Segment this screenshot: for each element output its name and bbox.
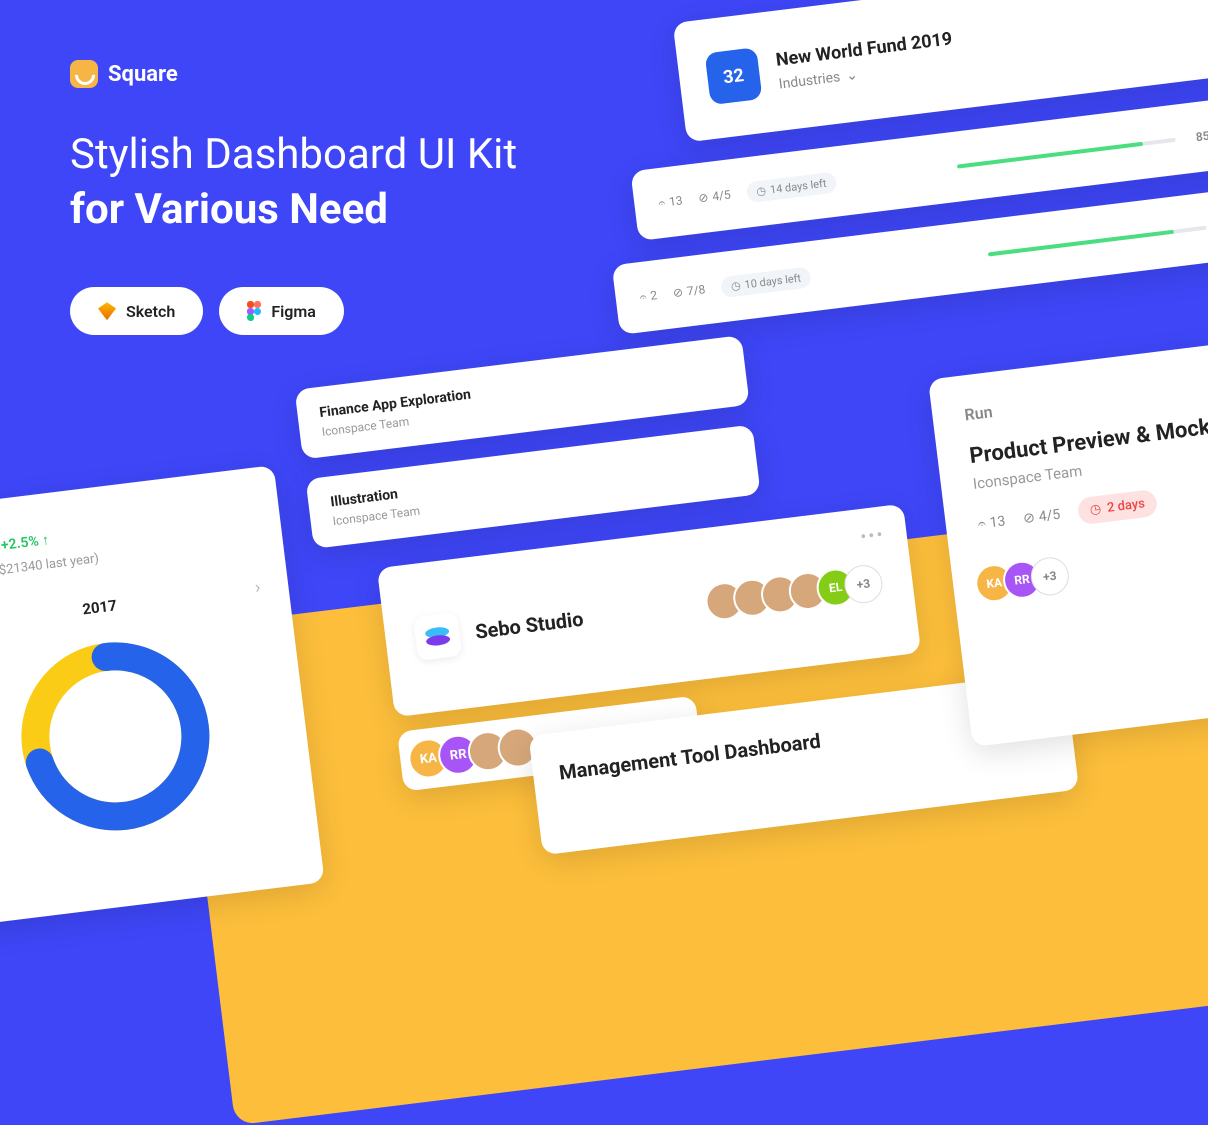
studio-title: Sebo Studio (474, 607, 585, 644)
brand: Square (70, 60, 1138, 88)
sketch-icon (98, 302, 116, 320)
tasks-stat: ⊘ 4/5 (1022, 506, 1061, 526)
clock-icon: ◷ (1089, 502, 1102, 518)
studio-card[interactable]: ••• Sebo Studio EL +3 (377, 504, 921, 717)
paperclip-icon: 𝄐 (977, 515, 987, 532)
next-year-button[interactable]: › (254, 577, 262, 599)
studio-logo-icon (413, 612, 462, 661)
hero-title-line2: for Various Need (70, 183, 1138, 238)
figma-icon (247, 301, 261, 321)
days-left-chip: ◷2 days (1076, 489, 1158, 525)
avatar-group[interactable]: EL +3 (713, 563, 884, 621)
check-circle-icon: ⊘ (1022, 509, 1036, 526)
attachment-stat: 𝄐 13 (977, 513, 1006, 532)
revenue-year: 2017 (81, 596, 117, 618)
figma-button[interactable]: Figma (219, 287, 344, 335)
run-tag: Run (963, 361, 1208, 424)
avatar-group[interactable]: KA RR +3 (983, 521, 1208, 603)
sketch-label: Sketch (126, 302, 175, 321)
run-card[interactable]: Run Product Preview & Mock up f Iconspac… (928, 327, 1208, 747)
hero-title-line1: Stylish Dashboard UI Kit (70, 128, 1138, 183)
revenue-card: 7632 +2.5% ↑ mpared to ($21340 last year… (0, 465, 325, 928)
brand-name: Square (108, 62, 178, 87)
donut-chart (4, 625, 227, 848)
figma-label: Figma (271, 302, 316, 321)
more-icon[interactable]: ••• (859, 524, 886, 548)
brand-logo-icon (70, 60, 98, 88)
revenue-change: +2.5% ↑ (0, 531, 50, 554)
sketch-button[interactable]: Sketch (70, 287, 203, 335)
